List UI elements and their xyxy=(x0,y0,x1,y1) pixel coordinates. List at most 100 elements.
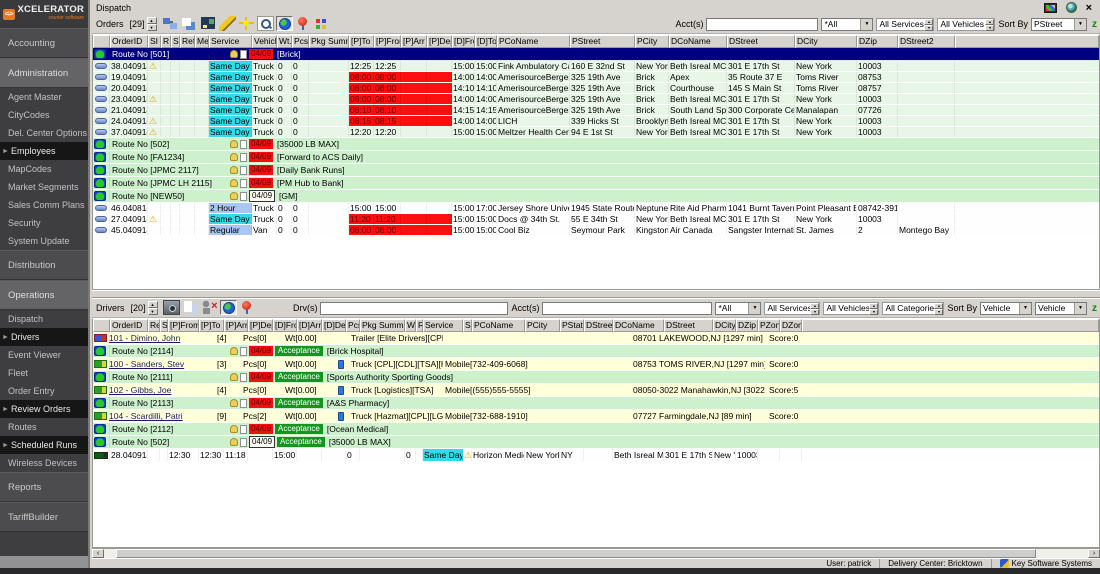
orders-vehicles-filter[interactable]: All Vehicles ▲▼ xyxy=(937,18,995,31)
sidebar-item-wireless-devices[interactable]: Wireless Devices xyxy=(0,454,88,472)
panel-splitter[interactable] xyxy=(92,290,1100,298)
sort-direction-icon[interactable]: z xyxy=(1092,303,1097,314)
drivers-route-row-route-no-2114[interactable]: Route No [2114]04/09Acceptance[Brick Hos… xyxy=(93,345,1099,358)
orders-count-spinner-down[interactable]: ▼ xyxy=(147,24,157,31)
sidebar-item-routes[interactable]: Routes xyxy=(0,418,88,436)
key-icon[interactable] xyxy=(230,373,238,381)
drivers-route-row-route-no-2112[interactable]: Route No [2112]04/09Acceptance[Ocean Med… xyxy=(93,423,1099,436)
system-monitor-icon[interactable] xyxy=(1044,3,1057,13)
column-header-dzip[interactable]: DZip xyxy=(857,35,898,48)
scrollbar-thumb[interactable] xyxy=(116,549,1036,558)
sidebar-item-mapcodes[interactable]: MapCodes xyxy=(0,160,88,178)
driver-name-link[interactable]: 100 - Sanders, Stev xyxy=(109,359,215,369)
edit-icon[interactable] xyxy=(219,16,236,31)
drivers-route-row-route-no-502[interactable]: Route No [502]04/09Acceptance[35000 LB M… xyxy=(93,436,1099,449)
sidebar-item-event-viewer[interactable]: Event Viewer xyxy=(0,346,88,364)
column-header-s[interactable]: S xyxy=(160,319,168,332)
drivers-sort-dropdown-1[interactable]: Vehicle ▼ xyxy=(980,302,1032,315)
page-icon[interactable] xyxy=(240,192,247,201)
drivers-count-spinner-up[interactable]: ▲ xyxy=(148,301,158,308)
page-icon[interactable] xyxy=(240,438,247,447)
chevron-down-icon[interactable]: ▼ xyxy=(1019,303,1031,314)
chevron-down-icon[interactable]: ▼ xyxy=(860,19,872,30)
column-header-dconame[interactable]: DCoName xyxy=(669,35,727,48)
column-header-s[interactable]: S xyxy=(171,35,180,48)
column-header-wt[interactable]: Wt. xyxy=(405,319,416,332)
drivers-route-row-route-no-2111[interactable]: Route No [2111]04/09Acceptance[Sports Au… xyxy=(93,371,1099,384)
column-header-p-dep[interactable]: [P]Dep xyxy=(248,319,273,332)
driver-photo-icon[interactable] xyxy=(163,300,180,315)
driver-row-102-gibbs-joe[interactable]: 102 - Gibbs, Joe[4]Pcs[0]Wt[0.00]Truck [… xyxy=(93,384,1099,397)
orders-row-45-040914[interactable]: 45.040914RegularVan0008:0008:0015:0015:0… xyxy=(93,225,1099,236)
spinner-down-icon[interactable]: ▼ xyxy=(985,25,994,31)
legend-icon[interactable] xyxy=(314,16,331,31)
drivers-vehicles-filter[interactable]: All Vehicles ▲▼ xyxy=(823,302,879,315)
new-order-burst-icon[interactable] xyxy=(238,16,255,31)
sidebar-item-order-entry[interactable]: Order Entry xyxy=(0,382,88,400)
search-icon[interactable] xyxy=(257,16,274,31)
spinner-down-icon[interactable]: ▼ xyxy=(934,309,943,315)
chevron-down-icon[interactable]: ▼ xyxy=(748,303,760,314)
key-icon[interactable] xyxy=(230,50,238,58)
orders-row-46-040814[interactable]: 46.0408142 HourTruck0015:0015:0015:0017:… xyxy=(93,203,1099,214)
scroll-left-icon[interactable]: ‹ xyxy=(92,549,104,558)
column-header-p-from[interactable]: [P]From xyxy=(374,35,401,48)
page-icon[interactable] xyxy=(240,373,247,382)
column-header-dstreet[interactable]: DStreet xyxy=(664,319,713,332)
page-icon[interactable] xyxy=(240,347,247,356)
windows-copy-icon[interactable] xyxy=(181,16,198,31)
driver-row-104-scardilli-patri[interactable]: 104 - Scardilli, Patri[9]Pcs[2]Wt[0.00]T… xyxy=(93,410,1099,423)
column-header-p-to[interactable]: [P]To xyxy=(199,319,224,332)
sort-direction-icon[interactable]: z xyxy=(1092,19,1097,30)
column-header-r[interactable]: R xyxy=(416,319,423,332)
key-icon[interactable] xyxy=(230,347,238,355)
column-header-memo[interactable]: Memo xyxy=(195,35,209,48)
column-header-ref[interactable]: Ref xyxy=(180,35,195,48)
orders-services-filter[interactable]: All Services ▲▼ xyxy=(876,18,934,31)
drivers-categories-filter[interactable]: All Categories ▲▼ xyxy=(882,302,944,315)
sidebar-section-reports[interactable]: Reports xyxy=(0,472,88,502)
column-header-d-to[interactable]: [D]To xyxy=(475,35,497,48)
column-header-d-from[interactable]: [D]From xyxy=(273,319,297,332)
sidebar-section-administration[interactable]: Administration xyxy=(0,58,88,88)
world-clock-icon[interactable] xyxy=(1066,2,1077,13)
spinner-down-icon[interactable]: ▼ xyxy=(924,25,933,31)
drivers-all-dropdown[interactable]: *All ▼ xyxy=(715,302,761,315)
column-header-pzone[interactable]: PZone xyxy=(758,319,780,332)
drivers-route-row-route-no-2113[interactable]: Route No [2113]04/09Acceptance[A&S Pharm… xyxy=(93,397,1099,410)
orders-row-27-040914[interactable]: 27.040914⚠Same DayTruck0011:2011:2015:00… xyxy=(93,214,1099,225)
orders-acct-input[interactable] xyxy=(706,18,818,31)
sidebar-section-operations[interactable]: Operations xyxy=(0,280,88,310)
column-header-wt[interactable]: Wt. xyxy=(277,35,292,48)
drivers-services-filter[interactable]: All Services ▲▼ xyxy=(764,302,820,315)
column-header-si[interactable]: SI xyxy=(148,35,161,48)
orders-sort-dropdown[interactable]: PStreet ▼ xyxy=(1031,18,1087,31)
column-header-dzone[interactable]: DZone xyxy=(780,319,802,332)
orders-row-38-040914[interactable]: 38.040914⚠Same DayTruck0012:2512:2515:00… xyxy=(93,61,1099,72)
column-header-service[interactable]: Service xyxy=(423,319,463,332)
page-icon[interactable] xyxy=(240,140,247,149)
page-icon[interactable] xyxy=(240,179,247,188)
column-header-p-arr[interactable]: [P]Arr xyxy=(224,319,248,332)
key-icon[interactable] xyxy=(230,166,238,174)
remove-driver-icon[interactable] xyxy=(201,300,218,315)
orders-row-37-040914[interactable]: 37.040914⚠Same DayTruck0012:2012:2015:00… xyxy=(93,127,1099,138)
column-header-dstreet2[interactable]: DStreet2 xyxy=(584,319,613,332)
driver-row-101-dimino-john[interactable]: 101 - Dimino, John[4]Pcs[0]Wt[0.00]Trail… xyxy=(93,332,1099,345)
chevron-down-icon[interactable]: ▼ xyxy=(1074,19,1086,30)
map-globe-icon[interactable] xyxy=(276,16,293,31)
orders-route-row-route-no-jpmc-2117[interactable]: Route No [JPMC 2117]04/09[Daily Bank Run… xyxy=(93,164,1099,177)
column-header-si[interactable]: SI xyxy=(463,319,472,332)
map-pin-icon[interactable] xyxy=(239,300,256,315)
page-icon[interactable] xyxy=(240,166,247,175)
driver-name-link[interactable]: 102 - Gibbs, Joe xyxy=(109,385,215,395)
column-header-pcity[interactable]: PCity xyxy=(525,319,560,332)
drivers-row-28-040914[interactable]: 28.04091412:3012:3011:1815:0000Same Day⚠… xyxy=(93,449,1099,462)
sidebar-item-agent-master[interactable]: Agent Master xyxy=(0,88,88,106)
spinner-down-icon[interactable]: ▼ xyxy=(869,309,878,315)
sidebar-item-sales-comm-plans[interactable]: Sales Comm Plans xyxy=(0,196,88,214)
sidebar-item-system-update[interactable]: System Update xyxy=(0,232,88,250)
column-header-pconame[interactable]: PCoName xyxy=(472,319,525,332)
orders-route-row-route-no-fa1234[interactable]: Route No [FA1234]04/09[Forward to ACS Da… xyxy=(93,151,1099,164)
column-header-pcs[interactable]: Pcs. xyxy=(346,319,360,332)
